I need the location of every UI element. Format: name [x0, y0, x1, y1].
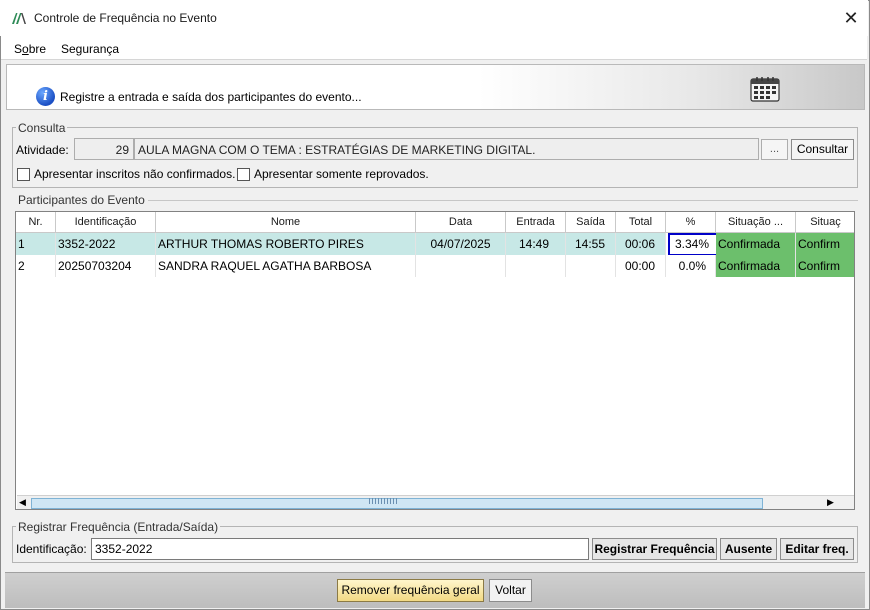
remover-frequencia-geral-button[interactable]: Remover frequência geral	[337, 579, 484, 602]
editar-freq-button[interactable]: Editar freq.	[780, 538, 854, 560]
table-cell-entrada[interactable]: 14:49	[506, 233, 566, 255]
table-cell-identificacao[interactable]: 20250703204	[56, 255, 156, 277]
scroll-grip-icon	[369, 498, 397, 504]
table-cell-situacao-2[interactable]: Confirm	[796, 255, 854, 277]
participantes-group-label: Participantes do Evento	[16, 193, 147, 207]
voltar-button[interactable]: Voltar	[489, 579, 532, 602]
close-icon: ✕	[843, 7, 859, 28]
column-header-total[interactable]: Total	[616, 212, 666, 233]
registrar-group-label: Registrar Frequência (Entrada/Saída)	[16, 520, 221, 534]
column-header-entrada[interactable]: Entrada	[506, 212, 566, 233]
atividade-id-field[interactable]: 29	[74, 138, 134, 160]
participantes-table[interactable]: Nr. Identificação Nome Data Entrada Saíd…	[15, 211, 855, 510]
identificacao-label: Identificação:	[16, 542, 87, 556]
table-cell-entrada[interactable]	[506, 255, 566, 277]
table-cell-identificacao[interactable]: 3352-2022	[56, 233, 156, 255]
atividade-name-field: AULA MAGNA COM O TEMA : ESTRATÉGIAS DE M…	[134, 138, 759, 160]
menu-sobre[interactable]: Sobre	[14, 42, 46, 56]
checkbox-reprovados-label[interactable]: Apresentar somente reprovados.	[254, 167, 429, 181]
column-header-identificacao[interactable]: Identificação	[56, 212, 156, 233]
table-cell-percent[interactable]: 0.0%	[666, 255, 716, 277]
group-divider	[148, 200, 858, 201]
browse-atividade-button[interactable]: ...	[761, 139, 788, 160]
consultar-button[interactable]: Consultar	[791, 139, 854, 160]
checkbox-nao-confirmados-label[interactable]: Apresentar inscritos não confirmados.	[34, 167, 235, 181]
calendar-icon	[750, 77, 780, 102]
column-header-saida[interactable]: Saída	[566, 212, 616, 233]
table-cell-data[interactable]	[416, 255, 506, 277]
registrar-frequencia-button[interactable]: Registrar Frequência	[592, 538, 717, 560]
column-header-situacao-2[interactable]: Situaç	[796, 212, 854, 233]
scroll-right-icon[interactable]: ▶	[827, 497, 834, 508]
table-cell-situacao-2[interactable]: Confirm	[796, 233, 854, 255]
scroll-left-icon[interactable]: ◀	[19, 497, 26, 508]
table-cell-situacao[interactable]: Confirmada	[716, 255, 796, 277]
checkbox-nao-confirmados[interactable]	[17, 168, 30, 181]
checkbox-reprovados[interactable]	[237, 168, 250, 181]
menu-seguranca[interactable]: Segurança	[61, 42, 119, 56]
column-header-situacao[interactable]: Situação ...	[716, 212, 796, 233]
identificacao-input[interactable]: 3352-2022	[91, 538, 589, 560]
table-cell-total[interactable]: 00:06	[616, 233, 666, 255]
column-header-nr[interactable]: Nr.	[16, 212, 56, 233]
column-header-nome[interactable]: Nome	[156, 212, 416, 233]
table-cell-nome[interactable]: SANDRA RAQUEL AGATHA BARBOSA	[156, 255, 416, 277]
consulta-group-label: Consulta	[16, 121, 68, 135]
ausente-button[interactable]: Ausente	[720, 538, 777, 560]
window-title: Controle de Frequência no Evento	[34, 11, 217, 25]
menu-bar	[1, 36, 867, 60]
table-cell-nr[interactable]: 2	[16, 255, 56, 277]
table-cell-nome[interactable]: ARTHUR THOMAS ROBERTO PIRES	[156, 233, 416, 255]
table-cell-nr[interactable]: 1	[16, 233, 56, 255]
app-logo-icon	[12, 13, 26, 24]
info-icon: i	[36, 87, 55, 106]
atividade-label: Atividade:	[16, 143, 69, 157]
close-button[interactable]: ✕	[838, 6, 864, 30]
table-cell-saida[interactable]	[566, 255, 616, 277]
table-cell-percent-selected[interactable]: 3.34%	[668, 233, 719, 256]
horizontal-scrollbar[interactable]: ◀ ▶	[17, 495, 854, 509]
table-cell-data[interactable]: 04/07/2025	[416, 233, 506, 255]
vertical-scrollbar[interactable]: ▲ ▼	[854, 234, 855, 505]
table-cell-situacao[interactable]: Confirmada	[716, 233, 796, 255]
column-header-percent[interactable]: %	[666, 212, 716, 233]
table-cell-total[interactable]: 00:00	[616, 255, 666, 277]
horizontal-scroll-thumb[interactable]	[31, 498, 763, 509]
banner-text: Registre a entrada e saída dos participa…	[60, 90, 362, 104]
table-cell-saida[interactable]: 14:55	[566, 233, 616, 255]
column-header-data[interactable]: Data	[416, 212, 506, 233]
